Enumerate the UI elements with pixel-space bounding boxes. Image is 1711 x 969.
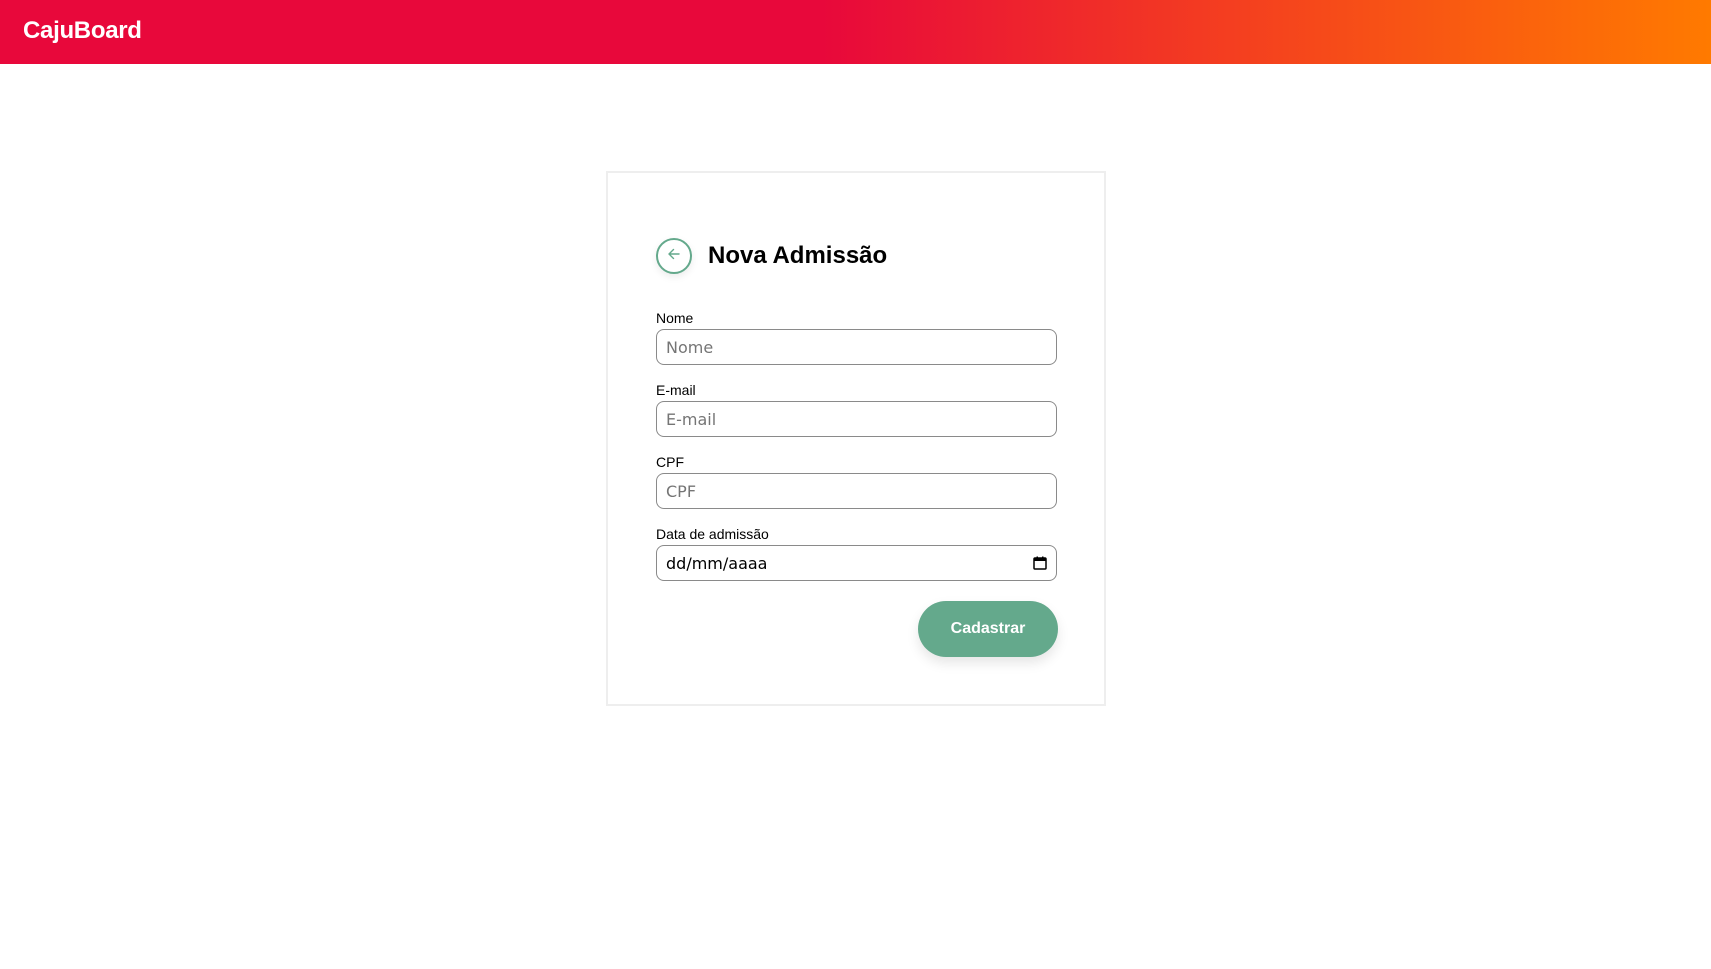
admission-date-value: dd/mm/aaaa <box>666 553 768 573</box>
cpf-field-label: CPF <box>656 454 684 470</box>
email-input[interactable] <box>656 401 1057 437</box>
top-header-bar: CajuBoard <box>0 0 1711 64</box>
admission-date-input[interactable]: dd/mm/aaaa <box>656 545 1057 581</box>
admission-date-label: Data de admissão <box>656 526 769 542</box>
calendar-icon[interactable] <box>1033 556 1047 570</box>
name-field-group: Nome <box>656 309 1058 365</box>
brand-logo-text[interactable]: CajuBoard <box>23 17 142 45</box>
submit-button[interactable]: Cadastrar <box>918 601 1058 657</box>
cpf-field-group: CPF <box>656 453 1058 509</box>
email-field-group: E-mail <box>656 381 1058 437</box>
cpf-input[interactable] <box>656 473 1057 509</box>
back-button[interactable] <box>656 238 692 274</box>
arrow-left-icon <box>666 246 682 267</box>
form-title-row: Nova Admissão <box>656 238 887 274</box>
admission-date-field-group: Data de admissão dd/mm/aaaa <box>656 525 1058 581</box>
page-title: Nova Admissão <box>708 242 888 269</box>
name-field-label: Nome <box>656 310 694 326</box>
name-input[interactable] <box>656 329 1057 365</box>
email-field-label: E-mail <box>656 382 696 398</box>
admission-form-card: Nova Admissão Nome E-mail CPF Data de ad… <box>606 171 1106 706</box>
